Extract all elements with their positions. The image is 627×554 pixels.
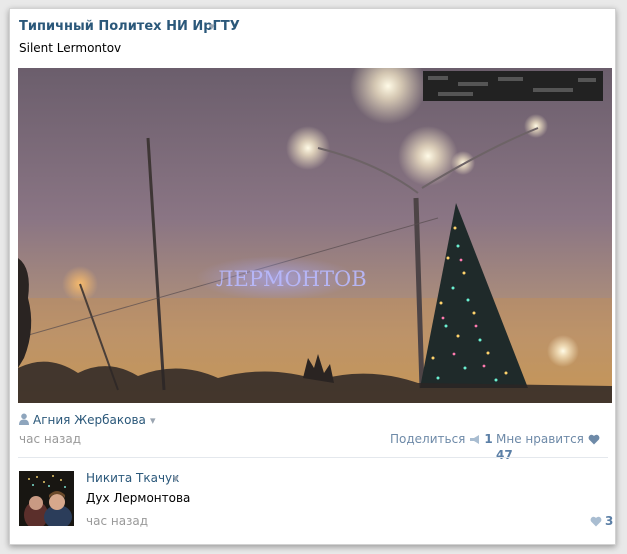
comment-author-name[interactable]: Никита Ткачук <box>86 471 179 485</box>
like-label: Мне нравится <box>496 432 584 446</box>
chevron-down-icon[interactable]: ▾ <box>173 472 179 485</box>
comment-timestamp[interactable]: час назад <box>86 514 148 528</box>
heart-icon <box>588 434 600 448</box>
person-icon <box>19 413 29 425</box>
avatar[interactable] <box>19 471 74 526</box>
comment-like-count: 3 <box>605 514 614 528</box>
megaphone-icon <box>469 434 481 448</box>
chevron-down-icon[interactable]: ▾ <box>209 20 215 33</box>
group-name-link[interactable]: Типичный Политех НИ ИрГТУ <box>19 19 240 34</box>
divider <box>18 457 608 458</box>
post-photo[interactable]: ЛЕРМОНТОВ <box>18 68 612 403</box>
chevron-down-icon[interactable]: ▾ <box>150 414 156 427</box>
share-label: Поделиться <box>390 432 466 446</box>
post-author-row[interactable]: Агния Жербакова <box>19 413 146 427</box>
photo-sign-text: ЛЕРМОНТОВ <box>216 267 367 291</box>
post-timestamp[interactable]: час назад <box>19 432 81 446</box>
share-button[interactable]: Поделиться 1 <box>390 432 493 448</box>
like-count: 47 <box>496 448 513 462</box>
post-author-name[interactable]: Агния Жербакова <box>33 413 146 427</box>
share-count: 1 <box>484 432 493 446</box>
post-card: Типичный Политех НИ ИрГТУ ▾ Silent Lermo… <box>9 8 616 545</box>
comment-text: Дух Лермонтова <box>86 491 191 505</box>
comment-like-button[interactable]: 3 <box>586 514 613 530</box>
heart-icon <box>590 516 602 530</box>
post-text: Silent Lermontov <box>19 41 122 55</box>
